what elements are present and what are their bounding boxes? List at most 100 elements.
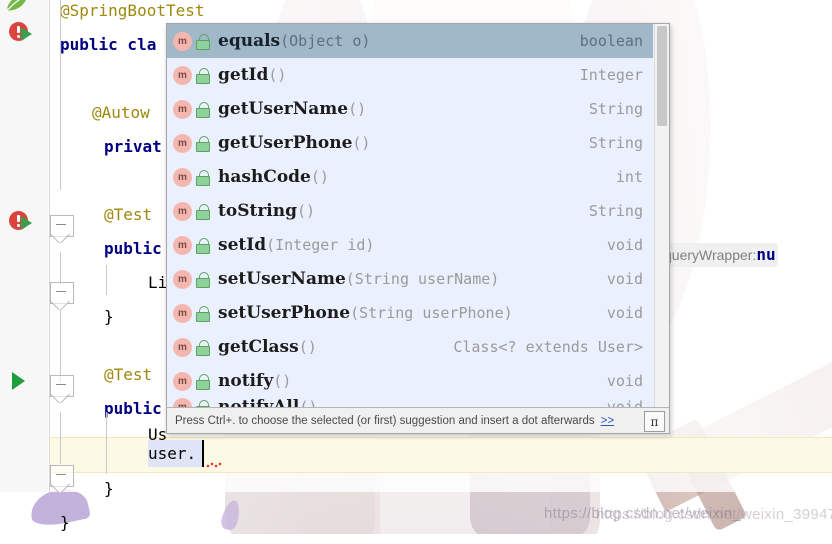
- completion-item-signature: (): [273, 372, 292, 390]
- method-icon: m: [173, 235, 192, 255]
- completion-item-label: getUserPhone(): [218, 133, 577, 153]
- completion-item-signature: (String userPhone): [350, 304, 513, 322]
- completion-item-signature: (Integer id): [266, 236, 375, 254]
- public-lock-icon: [196, 340, 210, 356]
- method-icon: m: [173, 65, 192, 85]
- code-line-12: user.: [148, 440, 196, 474]
- completion-item-name: setUserPhone: [218, 303, 351, 323]
- code-line-2: public cla: [60, 28, 156, 62]
- completion-item-toString[interactable]: m toString() String: [167, 194, 653, 228]
- completion-item-label: getId(): [218, 65, 568, 85]
- completion-item-name: setUserName: [218, 269, 346, 289]
- completion-item-setUserName[interactable]: m setUserName(String userName) void: [167, 262, 653, 296]
- completion-item-return-type: String: [588, 100, 643, 118]
- completion-item-signature: (String userName): [345, 270, 500, 288]
- code-token-annotation: @Test: [104, 365, 153, 384]
- fold-stem-bottom: [60, 412, 61, 464]
- code-token-annotation: @Autow: [92, 103, 150, 122]
- code-token-keyword: public: [104, 399, 162, 418]
- completion-item-signature: (): [310, 168, 329, 186]
- completion-item-name: getUserPhone: [218, 133, 353, 153]
- completion-item-notify[interactable]: m notify() void: [167, 364, 653, 398]
- fold-marker-tip-2: [50, 394, 72, 403]
- method-icon: m: [173, 371, 192, 391]
- fold-stem-inner2: [106, 412, 107, 474]
- method-icon: m: [173, 99, 192, 119]
- code-token-brace: }: [104, 479, 114, 498]
- run-test-icon[interactable]: [4, 371, 34, 391]
- completion-item-signature: (): [268, 66, 287, 84]
- completion-item-return-type: void: [606, 304, 643, 322]
- code-token-text: Li: [148, 273, 168, 292]
- completion-item-name: getId: [218, 65, 269, 85]
- method-icon: m: [173, 269, 192, 289]
- completion-item-setUserPhone[interactable]: m setUserPhone(String userPhone) void: [167, 296, 653, 330]
- parameter-hint-value: nu: [756, 245, 776, 264]
- public-lock-icon: [196, 272, 210, 288]
- completion-item-return-type: String: [588, 202, 643, 220]
- public-lock-icon: [196, 374, 210, 390]
- public-lock-icon: [196, 102, 210, 118]
- completion-item-setId[interactable]: m setId(Integer id) void: [167, 228, 653, 262]
- code-line-13: }: [104, 472, 114, 506]
- completion-settings-badge-icon[interactable]: π: [644, 411, 665, 432]
- completion-item-label: hashCode(): [218, 167, 604, 187]
- code-line-5: @Test: [104, 198, 152, 232]
- completion-item-signature: (): [296, 202, 316, 220]
- completion-item-signature: (): [298, 338, 317, 356]
- fold-stem-inner1: [106, 265, 107, 295]
- code-token-user-dot: user.: [148, 444, 197, 463]
- public-lock-icon: [196, 238, 210, 254]
- popup-scrollbar-thumb[interactable]: [657, 26, 667, 126]
- fold-marker-tip-2-end: [50, 484, 72, 493]
- run-triangle-icon-3[interactable]: [12, 372, 25, 390]
- code-token-keyword: privat: [104, 137, 162, 156]
- completion-item-name: hashCode: [218, 167, 311, 187]
- completion-item-label: setUserName(String userName): [218, 269, 595, 289]
- completion-item-label: notify(): [218, 371, 595, 391]
- completion-item-list[interactable]: m equals(Object o) boolean m getId() Integer m…: [167, 24, 653, 416]
- run-triangle-icon-2[interactable]: [21, 216, 32, 230]
- code-token-keyword: public: [104, 239, 162, 258]
- method-icon: m: [173, 201, 192, 221]
- completion-item-getUserName[interactable]: m getUserName() String: [167, 92, 653, 126]
- run-test-with-error-icon-2[interactable]: [9, 211, 39, 231]
- run-test-with-error-icon[interactable]: [9, 22, 39, 42]
- completion-item-signature: (Object o): [280, 32, 371, 50]
- completion-item-return-type: void: [606, 236, 643, 254]
- completion-item-label: equals(Object o): [218, 31, 568, 51]
- completion-item-name: notify: [218, 371, 274, 391]
- run-triangle-icon[interactable]: [21, 27, 32, 41]
- completion-hint-text: Press Ctrl+. to choose the selected (or …: [175, 414, 595, 427]
- completion-item-return-type: Class<? extends User>: [453, 338, 643, 356]
- method-icon: m: [173, 303, 192, 323]
- method-icon: m: [173, 133, 192, 153]
- code-line-8: }: [104, 300, 114, 334]
- public-lock-icon: [196, 68, 210, 84]
- completion-hint-bar: Press Ctrl+. to choose the selected (or …: [167, 407, 669, 433]
- completion-item-return-type: void: [606, 372, 643, 390]
- fold-stem-mid1: [60, 252, 61, 284]
- public-lock-icon: [196, 204, 210, 220]
- completion-item-equals[interactable]: m equals(Object o) boolean: [167, 24, 653, 58]
- code-line-14: }: [60, 506, 70, 540]
- public-lock-icon: [196, 170, 210, 186]
- code-token-brace: }: [60, 513, 70, 532]
- completion-item-getClass[interactable]: m getClass() Class<? extends User>: [167, 330, 653, 364]
- completion-item-label: toString(): [218, 201, 577, 221]
- fold-stem-mid2: [60, 310, 61, 382]
- completion-item-hashCode[interactable]: m hashCode() int: [167, 160, 653, 194]
- code-line-6: public: [104, 232, 162, 266]
- completion-item-getUserPhone[interactable]: m getUserPhone() String: [167, 126, 653, 160]
- popup-scrollbar[interactable]: [654, 24, 669, 414]
- completion-hint-more-link[interactable]: >>: [601, 415, 614, 427]
- method-icon: m: [173, 31, 192, 51]
- completion-item-return-type: int: [615, 168, 643, 186]
- code-line-3: @Autow: [92, 96, 150, 130]
- completion-item-signature: (): [352, 134, 371, 152]
- completion-item-name: getUserName: [218, 99, 349, 119]
- completion-item-getId[interactable]: m getId() Integer: [167, 58, 653, 92]
- inline-parameter-hint: queryWrapper:nu: [662, 243, 778, 267]
- code-completion-popup[interactable]: m equals(Object o) boolean m getId() Integer m…: [166, 23, 670, 434]
- completion-item-return-type: void: [606, 270, 643, 288]
